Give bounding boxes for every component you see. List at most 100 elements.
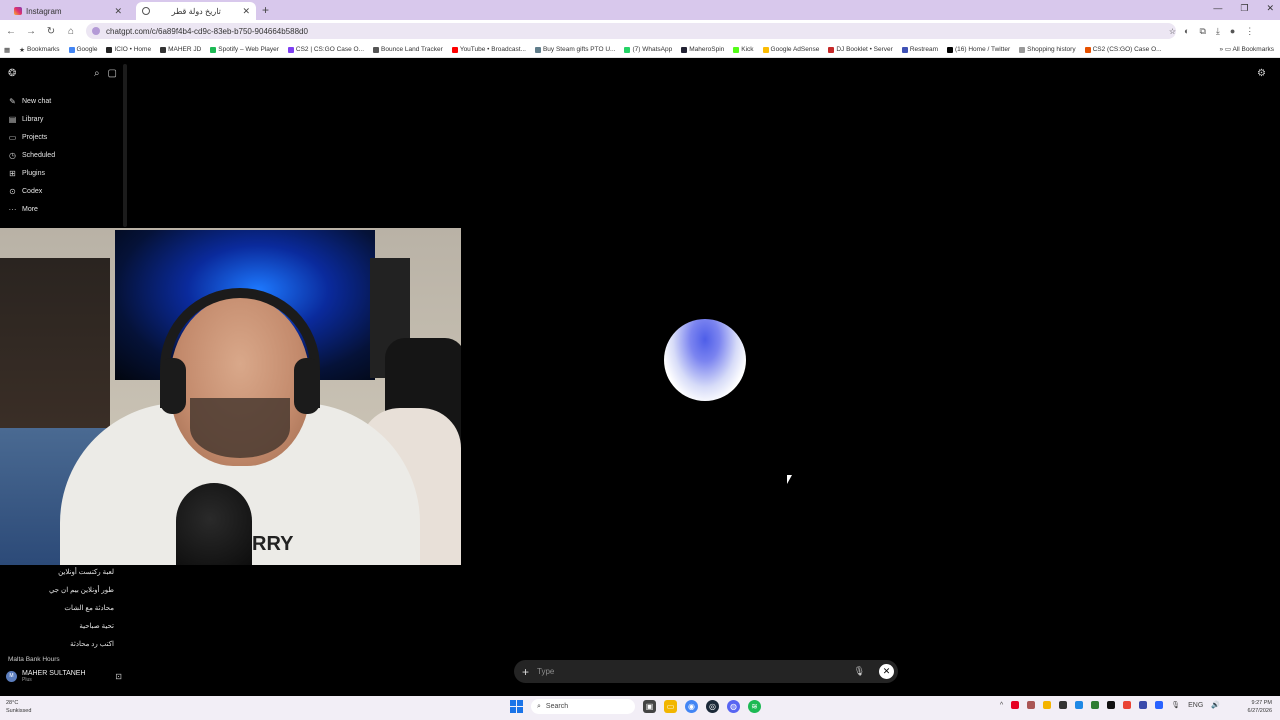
address-bar[interactable]: chatgpt.com/c/6a89f4b4-cd9c-83eb-b750-90… <box>86 23 1176 39</box>
sidebar-item-projects[interactable]: ▭ Projects <box>0 128 125 146</box>
bookmark-item[interactable]: Buy Steam gifts PTO U... <box>534 46 615 53</box>
bookmark-item[interactable]: ICIO • Home <box>106 46 151 53</box>
spotify-icon[interactable]: ≋ <box>748 700 761 713</box>
tray-app-icon[interactable] <box>1027 701 1036 709</box>
bookmark-item[interactable]: Google <box>68 46 97 53</box>
menu-icon[interactable]: ⋮ <box>1245 26 1254 37</box>
taskbar-apps: ⌕ Search ▣ ▭ ◉ ◎ ◍ ≋ <box>510 699 761 714</box>
close-tab-icon[interactable]: ✕ <box>242 6 250 17</box>
history-item[interactable]: لعبة ركتست أونلاين <box>0 564 118 582</box>
bookmark-item[interactable]: CS2 (CS:GO) Case O... <box>1084 46 1162 53</box>
bookmark-item[interactable]: Google AdSense <box>762 46 819 53</box>
weather-widget[interactable]: 28°C Sunkissed <box>6 699 31 715</box>
audio-icon[interactable]: ◐ <box>1184 26 1189 37</box>
close-tab-icon[interactable]: ✕ <box>114 6 122 17</box>
sidebar-item-scheduled[interactable]: ◷ Scheduled <box>0 146 125 164</box>
minimize-icon[interactable]: — <box>1213 3 1222 14</box>
message-input[interactable] <box>537 667 846 676</box>
history-item[interactable]: محادثة مع الشات <box>0 600 118 618</box>
system-tray: ^ 🎙 ENG 🔊 <box>1000 701 1220 709</box>
tray-app-icon[interactable] <box>1075 701 1084 709</box>
sidebar-toggle-icon[interactable]: ▢ <box>108 68 117 79</box>
volume-icon[interactable]: 🔊 <box>1211 701 1220 709</box>
openai-logo-icon[interactable]: ❂ <box>8 68 16 79</box>
home-icon[interactable]: ⌂ <box>62 26 80 37</box>
tray-app-icon[interactable] <box>1011 701 1020 709</box>
back-icon[interactable]: ← <box>2 26 20 37</box>
bookmark-item[interactable]: MAHER JD <box>160 46 201 53</box>
discord-icon[interactable]: ◍ <box>727 700 740 713</box>
bookmark-item[interactable]: CS2 | CS:GO Case O... <box>287 46 364 53</box>
taskbar-clock[interactable]: 9:27 PM 6/27/2026 <box>1248 699 1272 715</box>
voice-settings-icon[interactable]: ⚙ <box>1257 68 1266 79</box>
language-indicator[interactable]: ENG <box>1188 702 1203 709</box>
star-icon[interactable]: ☆ <box>1169 27 1176 36</box>
steam-icon[interactable]: ◎ <box>706 700 719 713</box>
extensions-icon[interactable]: ⧉ <box>1199 26 1205 37</box>
sidebar-scrollbar[interactable] <box>123 64 127 227</box>
bookmark-item[interactable]: Spotify – Web Player <box>210 46 279 53</box>
bookmark-item[interactable]: YouTube • Broadcast... <box>451 46 526 53</box>
all-bookmarks-button[interactable]: » ▭ All Bookmarks <box>1215 45 1274 53</box>
attach-icon[interactable]: + <box>522 665 529 679</box>
apps-icon[interactable]: ▦ <box>4 46 10 54</box>
tray-app-icon[interactable] <box>1043 701 1052 709</box>
tab-instagram[interactable]: Instagram ✕ <box>8 2 128 20</box>
toolbar-actions: ◐ ⧉ ⤓ ● ⋮ <box>1184 26 1254 37</box>
mic-icon[interactable]: 🎙 <box>1171 701 1180 709</box>
taskbar-search[interactable]: ⌕ Search <box>531 699 635 714</box>
bookmark-item[interactable]: Kick <box>733 46 754 53</box>
chrome-icon[interactable]: ◉ <box>685 700 698 713</box>
user-profile[interactable]: M MAHER SULTANEH Plus ⊡ <box>6 670 122 683</box>
library-icon: ▤ <box>8 114 17 124</box>
forward-icon[interactable]: → <box>22 26 40 37</box>
voice-orb <box>664 319 746 401</box>
new-tab-button[interactable]: + <box>262 3 269 17</box>
tray-overflow-icon[interactable]: ^ <box>1000 702 1003 709</box>
bookmark-item[interactable]: Restream <box>901 46 938 53</box>
sidebar-nav: ✎ New chat ▤ Library ▭ Projects ◷ Scheduled … <box>0 92 125 218</box>
search-icon[interactable]: ⌕ <box>94 68 100 79</box>
sidebar-item-more[interactable]: ··· More <box>0 200 125 218</box>
download-icon[interactable]: ⤓ <box>1216 26 1220 37</box>
avatar: M <box>6 671 17 682</box>
bookmark-item[interactable]: MaheroSpin <box>681 46 724 53</box>
end-voice-button[interactable]: ✕ <box>879 664 894 679</box>
search-icon: ⌕ <box>537 702 541 710</box>
tray-app-icon[interactable] <box>1107 701 1116 709</box>
tab-chatgpt[interactable]: تاريخ دولة قطر ✕ <box>136 2 256 20</box>
sidebar-header: ❂ ⌕ ▢ <box>8 68 117 79</box>
task-view-icon[interactable]: ▣ <box>643 700 656 713</box>
site-info-icon[interactable] <box>92 27 100 35</box>
tray-app-icon[interactable] <box>1123 701 1132 709</box>
restore-icon[interactable]: ❐ <box>1240 3 1248 14</box>
gift-icon[interactable]: ⊡ <box>115 672 122 681</box>
sidebar-item-new-chat[interactable]: ✎ New chat <box>0 92 125 110</box>
file-explorer-icon[interactable]: ▭ <box>664 700 677 713</box>
bookmark-item[interactable]: DJ Booklet • Server <box>828 46 893 53</box>
bookmark-item[interactable]: Bounce Land Tracker <box>373 46 443 53</box>
instagram-icon <box>14 7 22 15</box>
sidebar-item-plugins[interactable]: ⊞ Plugins <box>0 164 125 182</box>
reload-icon[interactable]: ↻ <box>42 26 60 37</box>
history-item[interactable]: طور أونلاين بيم ان جي <box>0 582 118 600</box>
tray-app-icon[interactable] <box>1139 701 1148 709</box>
bookmark-item[interactable]: (16) Home / Twitter <box>947 46 1010 53</box>
windows-start-icon[interactable] <box>510 700 523 713</box>
history-item[interactable]: اكتب رد محادثة <box>0 636 118 654</box>
bluetooth-icon[interactable] <box>1155 701 1164 709</box>
history-item[interactable]: تحية صباحية <box>0 618 118 636</box>
tray-app-icon[interactable] <box>1059 701 1068 709</box>
screen: Instagram ✕ تاريخ دولة قطر ✕ + — ❐ ✕ ← →… <box>0 0 1280 720</box>
sidebar-item-library[interactable]: ▤ Library <box>0 110 125 128</box>
window-close-icon[interactable]: ✕ <box>1266 3 1274 14</box>
tray-app-icon[interactable] <box>1091 701 1100 709</box>
bookmark-item[interactable]: ★ Bookmarks <box>19 46 59 54</box>
bookmark-item[interactable]: Shopping history <box>1019 46 1076 53</box>
profile-icon[interactable]: ● <box>1230 26 1235 37</box>
history-item[interactable]: Malta Bank Hours <box>8 656 60 663</box>
bookmark-item[interactable]: (7) WhatsApp <box>624 46 672 53</box>
mute-mic-icon[interactable]: 🎙 <box>854 666 865 677</box>
sidebar-item-codex[interactable]: ⊙ Codex <box>0 182 125 200</box>
browser-tab-strip: Instagram ✕ تاريخ دولة قطر ✕ + — ❐ ✕ <box>0 0 1280 20</box>
